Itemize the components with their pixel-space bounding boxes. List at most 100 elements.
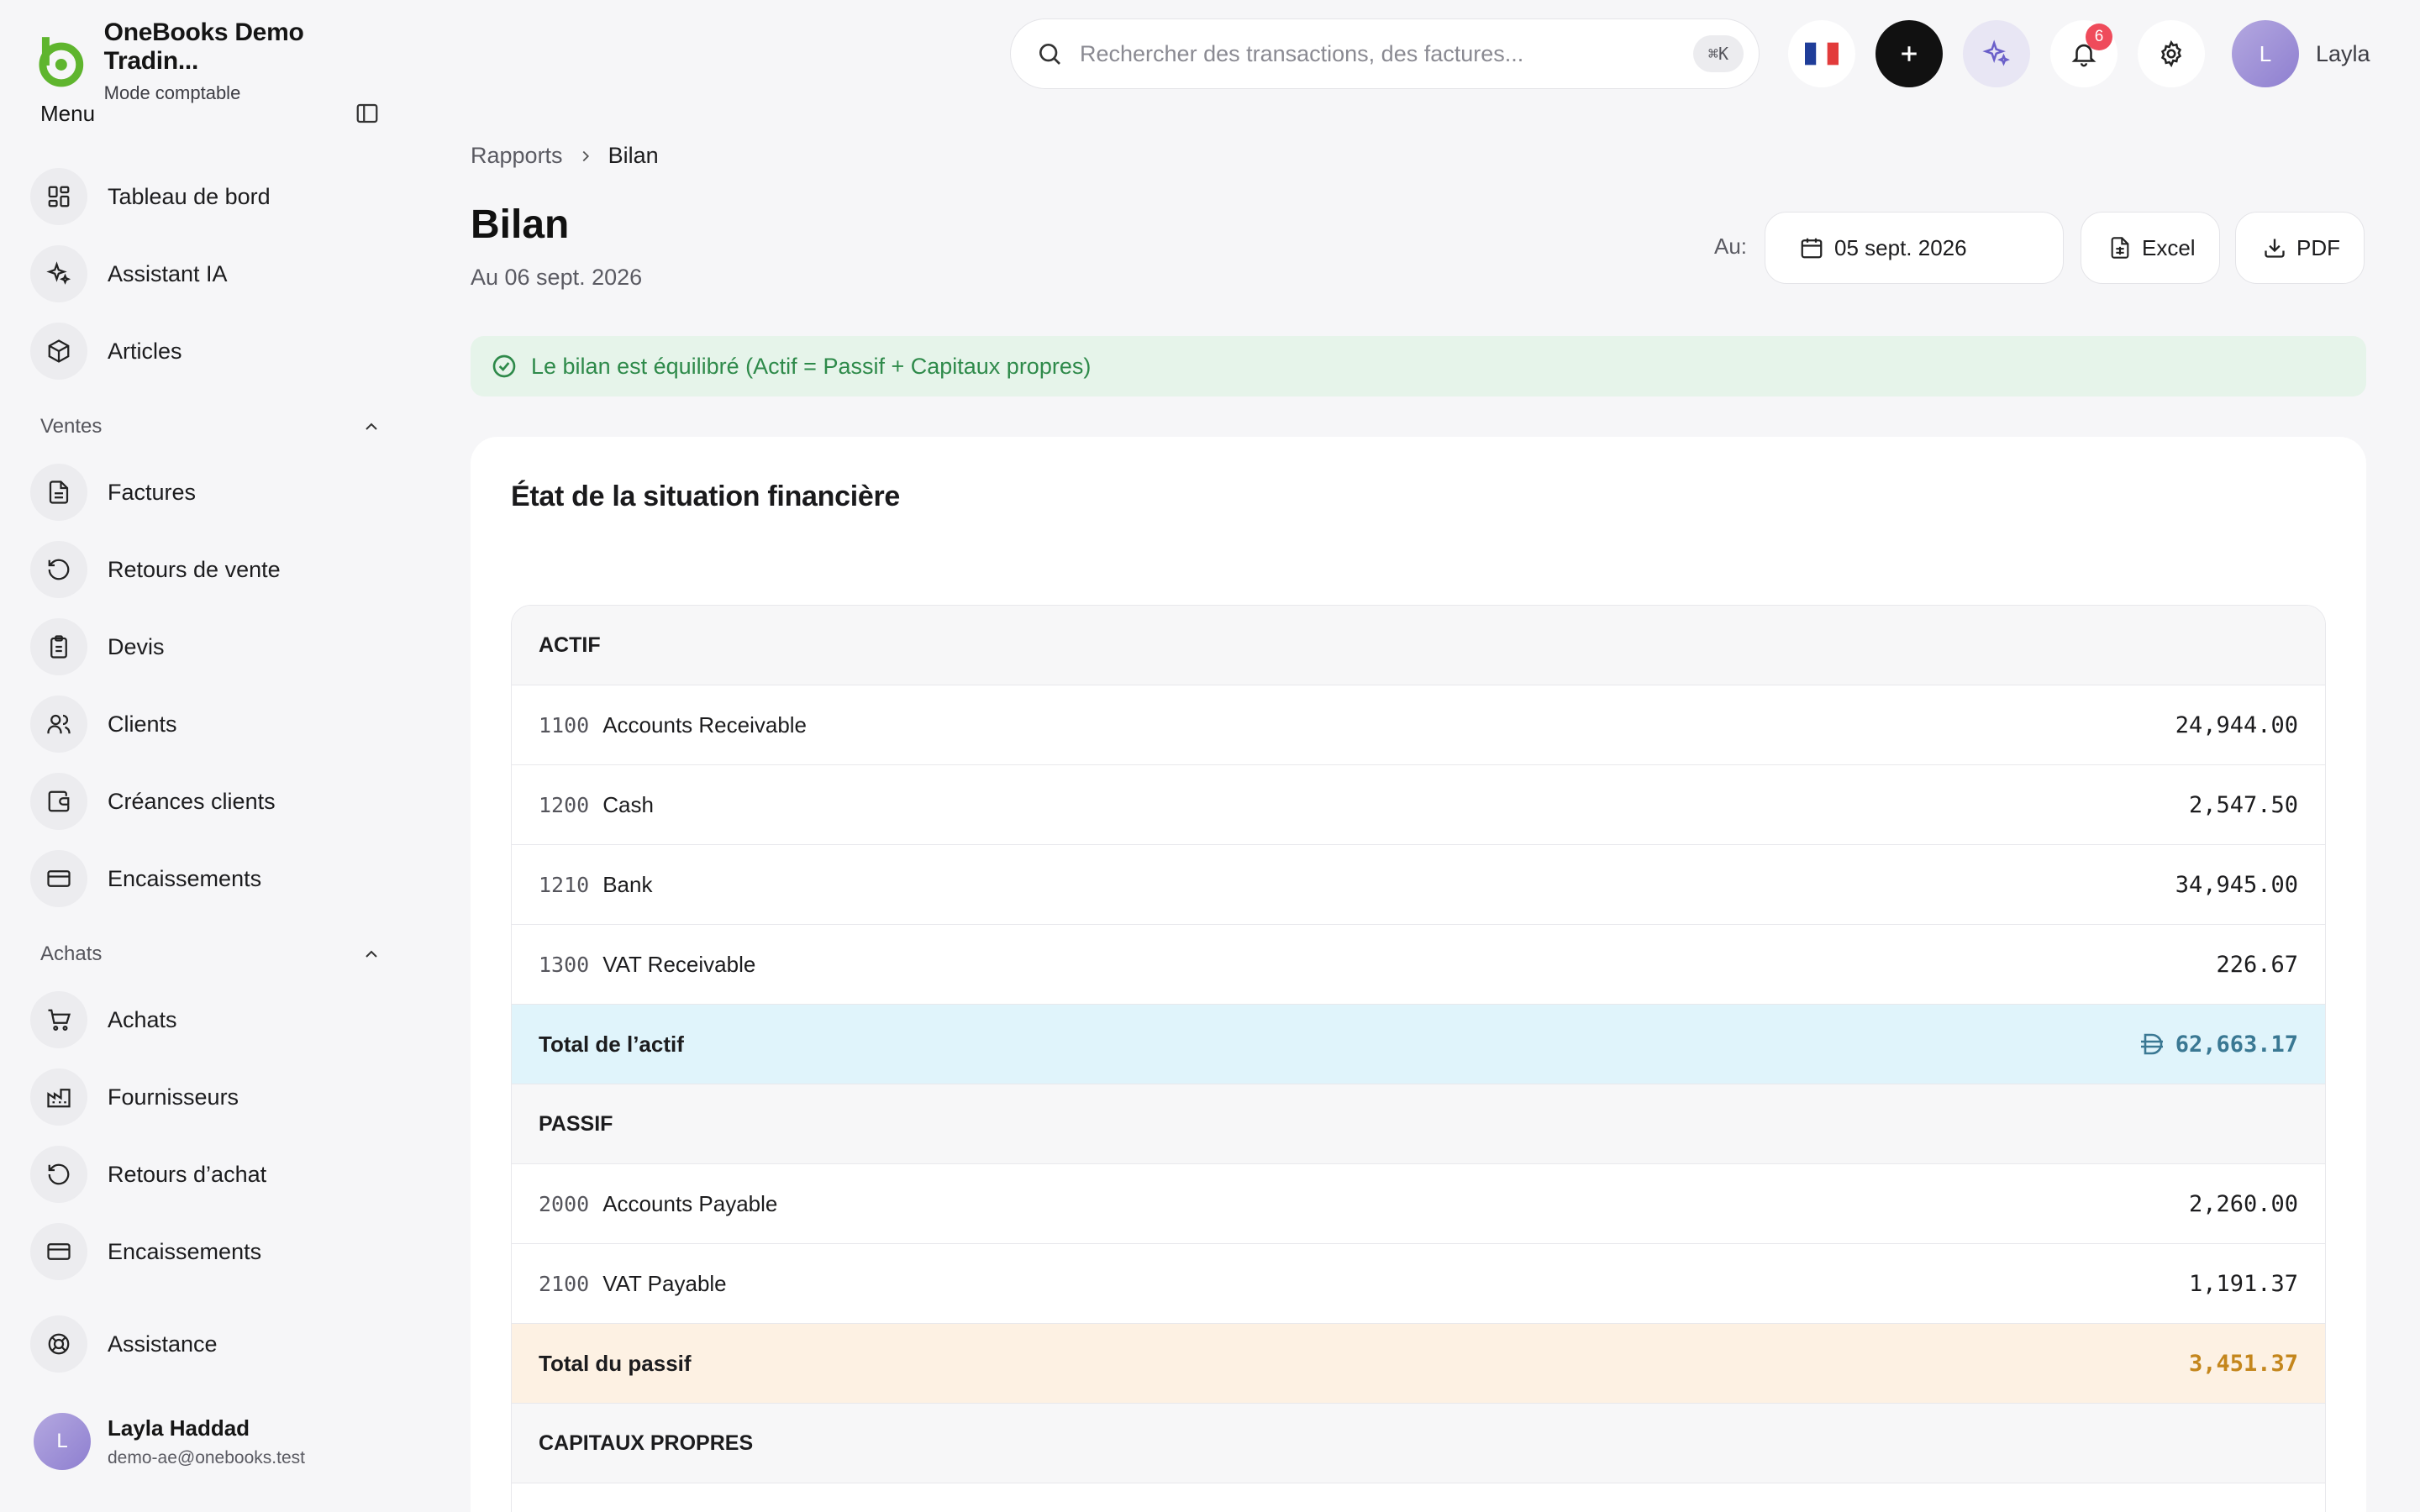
plus-icon xyxy=(1902,46,1917,61)
user-email: demo-ae@onebooks.test xyxy=(108,1447,305,1467)
box-icon xyxy=(30,323,87,380)
user-menu[interactable]: L Layla xyxy=(2232,20,2370,87)
total-liabilities-label: Total du passif xyxy=(539,1350,692,1376)
excel-label: Excel xyxy=(2142,234,2196,260)
account-name: Accounts Payable xyxy=(602,1190,778,1216)
table-row[interactable]: 1210 Bank 34,945.00 xyxy=(512,845,2325,925)
sidebar-item-label: Retours de vente xyxy=(108,556,281,582)
create-button[interactable] xyxy=(1876,20,1943,87)
sidebar-item-dashboard[interactable]: Tableau de bord xyxy=(30,166,383,227)
sparkles-icon xyxy=(1982,39,2010,66)
section-sales-label: Ventes xyxy=(40,415,103,438)
account-code: 2100 xyxy=(539,1271,590,1296)
liabilities-header: PASSIF xyxy=(539,1111,613,1136)
sidebar-toggle-button[interactable] xyxy=(353,99,381,128)
sidebar-item-label: Fournisseurs xyxy=(108,1084,239,1110)
date-picker[interactable]: 05 sept. 2026 xyxy=(1765,212,2064,284)
statement-card: État de la situation financière ACTIF 11… xyxy=(471,437,2366,1512)
rotate-ccw-icon xyxy=(30,541,87,598)
credit-card-icon xyxy=(30,850,87,907)
user-name: Layla Haddad xyxy=(108,1415,250,1441)
sidebar-item-quotes[interactable]: Devis xyxy=(30,617,383,677)
search-shortcut: ⌘K xyxy=(1692,35,1744,72)
section-purchases-header[interactable]: Achats xyxy=(40,942,381,966)
sidebar-item-label: Clients xyxy=(108,711,177,737)
table-row[interactable]: 1300 VAT Receivable 226.67 xyxy=(512,925,2325,1005)
export-pdf-button[interactable]: PDF xyxy=(2235,212,2365,284)
sidebar-item-invoices[interactable]: Factures xyxy=(30,462,383,522)
table-row[interactable] xyxy=(512,1483,2325,1512)
lifebuoy-icon xyxy=(30,1315,87,1373)
account-code: 1300 xyxy=(539,952,590,977)
balance-status-text: Le bilan est équilibré (Actif = Passif +… xyxy=(531,353,1092,379)
breadcrumb: Rapports Bilan xyxy=(471,143,659,169)
sidebar-item-articles[interactable]: Articles xyxy=(30,321,383,381)
sidebar-item-label: Assistance xyxy=(108,1331,218,1357)
liabilities-header-row: PASSIF xyxy=(512,1084,2325,1164)
notifications-button[interactable]: 6 xyxy=(2050,20,2118,87)
chevron-up-icon xyxy=(366,423,377,430)
equity-header-row: CAPITAUX PROPRES xyxy=(512,1404,2325,1483)
sidebar-item-label: Assistant IA xyxy=(108,260,228,286)
company-name: OneBooks Demo Tradin... xyxy=(103,18,304,75)
total-liabilities-amount: 3,451.37 xyxy=(2188,1350,2298,1377)
ai-button[interactable] xyxy=(1963,20,2030,87)
france-flag-icon xyxy=(1805,42,1839,66)
search-input[interactable]: Rechercher des transactions, des facture… xyxy=(1080,41,1693,67)
factory-icon xyxy=(30,1068,87,1126)
section-sales-header[interactable]: Ventes xyxy=(40,415,381,438)
date-value: 05 sept. 2026 xyxy=(1834,234,1967,260)
sidebar-item-sales-returns[interactable]: Retours de vente xyxy=(30,539,383,600)
chevron-right-icon xyxy=(582,150,589,161)
equity-header: CAPITAUX PROPRES xyxy=(539,1431,754,1455)
sidebar-item-purchase-returns[interactable]: Retours d’achat xyxy=(30,1144,383,1205)
balance-sheet-table: ACTIF 1100 Accounts Receivable 24,944.00 … xyxy=(511,605,2326,1512)
avatar: L xyxy=(2232,20,2299,87)
menu-title: Menu xyxy=(40,100,96,126)
sidebar-item-label: Factures xyxy=(108,479,197,505)
sidebar-item-label: Créances clients xyxy=(108,788,276,814)
account-amount: 24,944.00 xyxy=(2175,711,2298,738)
section-purchases-label: Achats xyxy=(40,942,103,965)
sidebar-item-purchases[interactable]: Achats xyxy=(30,990,383,1050)
brand[interactable]: OneBooks Demo Tradin... Mode comptable xyxy=(34,18,403,104)
shopping-cart-icon xyxy=(30,991,87,1048)
table-row[interactable]: 1100 Accounts Receivable 24,944.00 xyxy=(512,685,2325,765)
account-name: Bank xyxy=(602,871,653,897)
table-row[interactable]: 2000 Accounts Payable 2,260.00 xyxy=(512,1164,2325,1244)
document-icon xyxy=(30,464,87,521)
balance-status-alert: Le bilan est équilibré (Actif = Passif +… xyxy=(471,336,2366,396)
clipboard-icon xyxy=(30,618,87,675)
sidebar-item-clients[interactable]: Clients xyxy=(30,694,383,754)
sidebar-item-label: Articles xyxy=(108,338,182,364)
sidebar-item-support[interactable]: Assistance xyxy=(30,1314,383,1374)
page-title: Bilan xyxy=(471,202,570,247)
search-bar[interactable]: Rechercher des transactions, des facture… xyxy=(1010,18,1760,89)
pdf-label: PDF xyxy=(2296,234,2340,260)
sidebar-item-collections-sales[interactable]: Encaissements xyxy=(30,848,383,909)
sidebar-item-ai-assistant[interactable]: Assistant IA xyxy=(30,244,383,304)
breadcrumb-reports-link[interactable]: Rapports xyxy=(471,143,563,169)
sidebar-item-suppliers[interactable]: Fournisseurs xyxy=(30,1067,383,1127)
sidebar-item-label: Devis xyxy=(108,633,165,659)
table-row[interactable]: 1200 Cash 2,547.50 xyxy=(512,765,2325,845)
table-row[interactable]: 2100 VAT Payable 1,191.37 xyxy=(512,1244,2325,1324)
sidebar-item-collections-purchases[interactable]: Encaissements xyxy=(30,1221,383,1282)
export-excel-button[interactable]: Excel xyxy=(2081,212,2220,284)
account-amount: 2,547.50 xyxy=(2188,791,2298,818)
calendar-icon xyxy=(1801,238,1823,259)
breadcrumb-current: Bilan xyxy=(608,143,659,168)
total-assets-label: Total de l’actif xyxy=(539,1031,684,1057)
settings-button[interactable] xyxy=(2138,20,2205,87)
sidebar-item-receivables[interactable]: Créances clients xyxy=(30,771,383,832)
account-code: 1100 xyxy=(539,712,590,738)
sidebar-user[interactable]: L Layla Haddad demo-ae@onebooks.test xyxy=(34,1413,305,1470)
language-button[interactable] xyxy=(1788,20,1855,87)
credit-card-icon xyxy=(30,1223,87,1280)
total-liabilities-row: Total du passif 3,451.37 xyxy=(512,1324,2325,1404)
assets-header: ACTIF xyxy=(539,633,601,657)
sidebar-item-label: Retours d’achat xyxy=(108,1161,267,1187)
account-code: 1200 xyxy=(539,792,590,817)
wallet-icon xyxy=(30,773,87,830)
sidebar-item-label: Encaissements xyxy=(108,1238,262,1264)
